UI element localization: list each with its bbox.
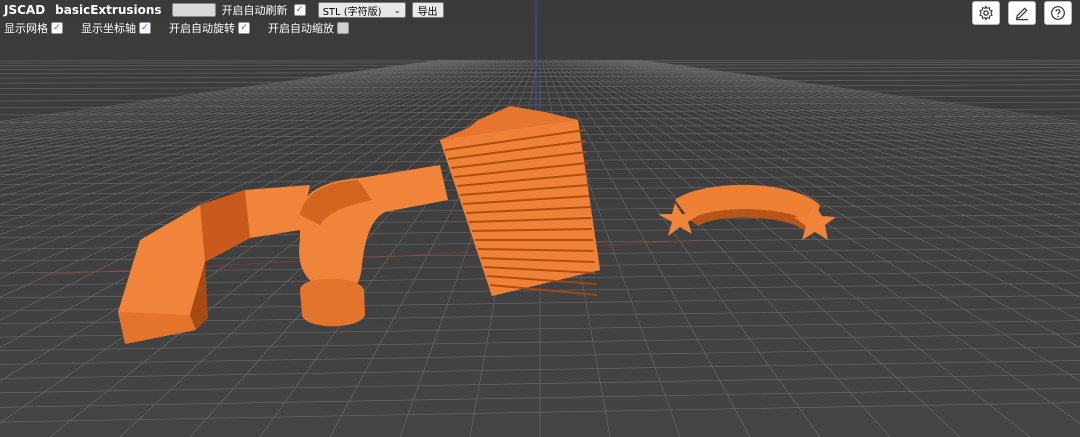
show-axes-checkbox[interactable]: ✓ [139, 22, 151, 34]
chevron-down-icon: ⌄ [393, 5, 401, 15]
auto-zoom-checkbox[interactable]: ✓ [337, 22, 349, 34]
auto-reload-checkbox[interactable]: ✓ [293, 4, 306, 16]
edit-button[interactable] [1008, 1, 1036, 25]
auto-reload-label: 开启自动刷新 [221, 4, 288, 17]
parameter-input[interactable] [171, 3, 216, 17]
export-format-value: STL (字符版) [322, 6, 382, 18]
export-button[interactable]: 导出 [411, 2, 444, 18]
app-name: JSCAD [4, 3, 46, 17]
3d-viewport[interactable] [0, 0, 1080, 437]
edit-icon [1015, 7, 1028, 21]
settings-button[interactable] [972, 1, 1000, 25]
option-label: 显示网格 [4, 22, 48, 35]
option-show-grid[interactable]: 显示网格 ✓ [4, 20, 63, 36]
gear-icon [979, 5, 993, 21]
help-icon [1051, 6, 1065, 20]
option-label: 开启自动旋转 [169, 22, 235, 35]
show-grid-checkbox[interactable]: ✓ [51, 22, 63, 34]
option-label: 开启自动缩放 [268, 22, 334, 35]
option-label: 显示坐标轴 [81, 22, 136, 35]
auto-rotate-checkbox[interactable]: ✓ [238, 22, 250, 34]
option-show-axes[interactable]: 显示坐标轴 ✓ [81, 20, 151, 36]
option-auto-rotate[interactable]: 开启自动旋转 ✓ [169, 20, 250, 36]
option-auto-zoom[interactable]: 开启自动缩放 ✓ [268, 20, 349, 36]
export-format-select[interactable]: STL (字符版) ⌄ [317, 2, 406, 18]
help-button[interactable] [1044, 1, 1072, 25]
options-bar: 显示网格 ✓ 显示坐标轴 ✓ 开启自动旋转 ✓ 开启自动缩放 ✓ [4, 20, 349, 36]
design-name: basicExtrusions [55, 3, 162, 17]
top-toolbar: JSCAD basicExtrusions 开启自动刷新 ✓ STL (字符版)… [0, 0, 444, 20]
